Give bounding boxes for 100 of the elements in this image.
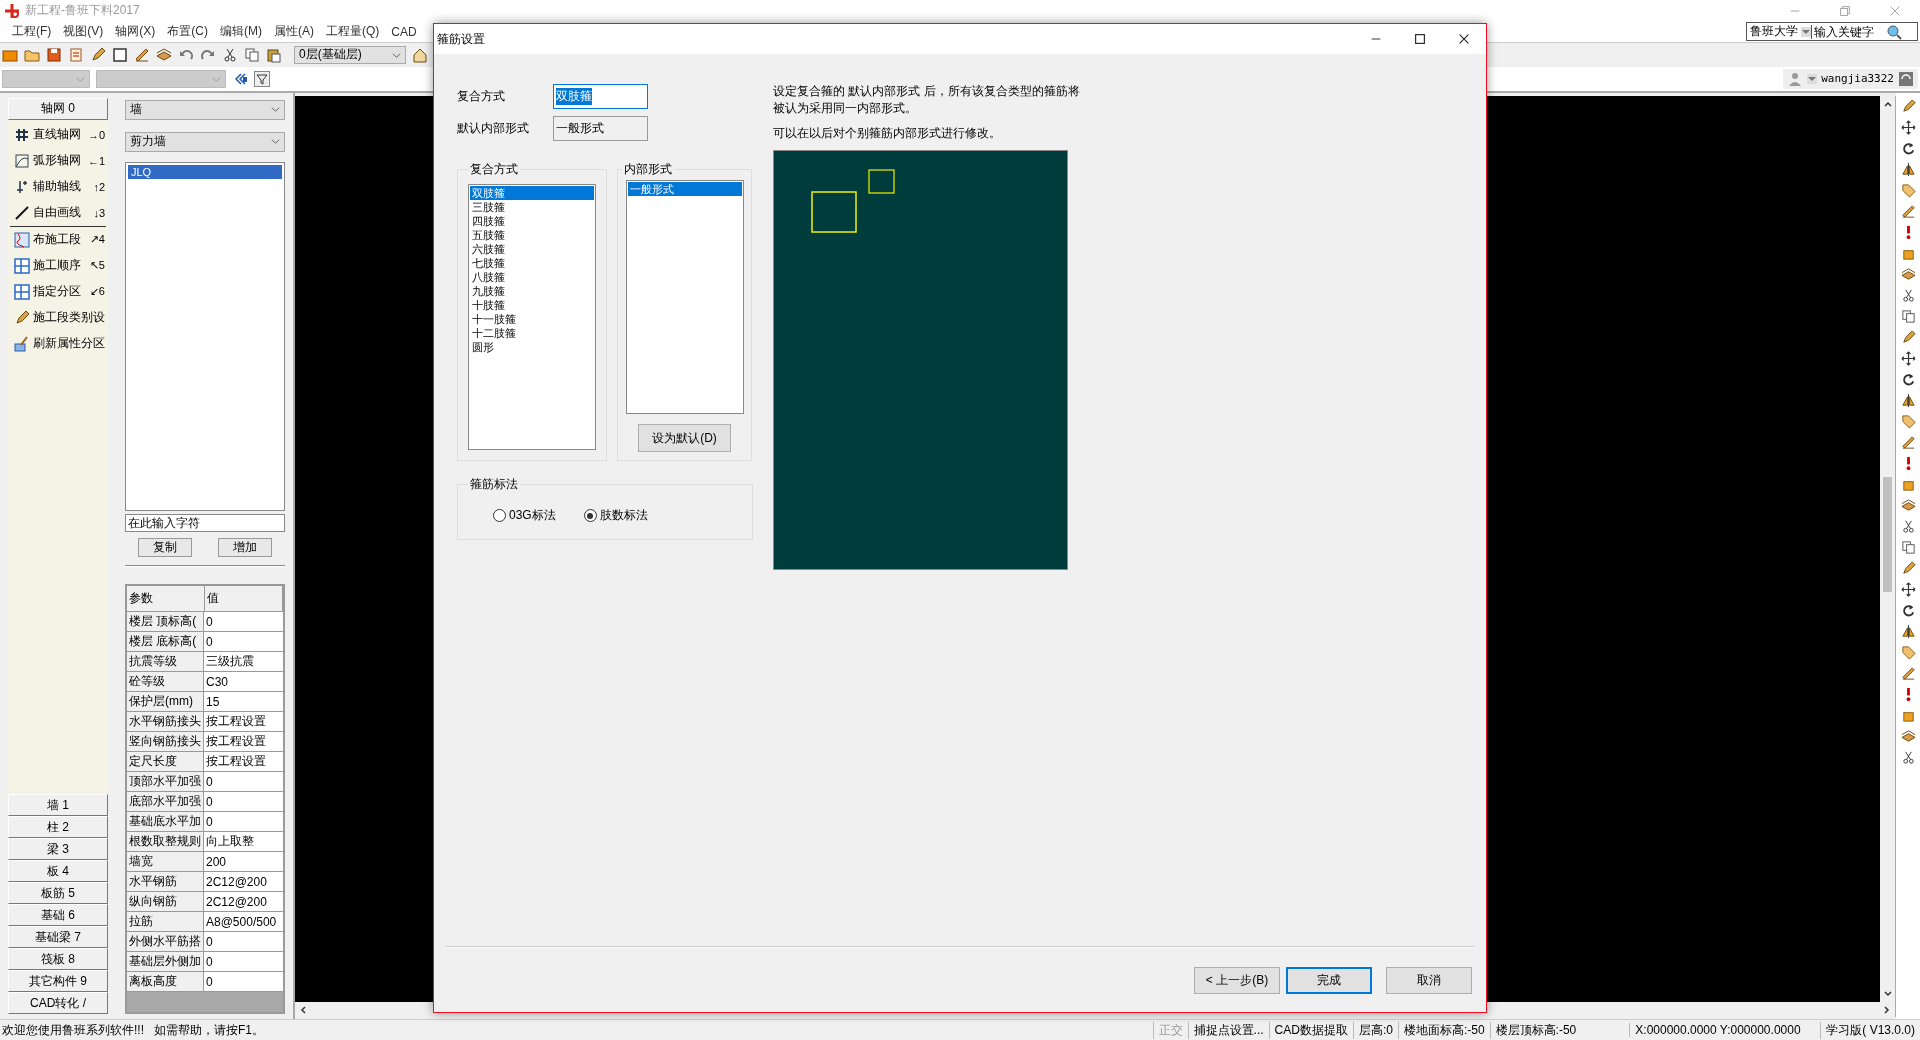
list-item[interactable]: 五肢箍 [470, 228, 594, 242]
list-item[interactable]: 双肢箍 [470, 186, 594, 200]
search-bar[interactable]: 鲁班大学 输入关键字 [1746, 22, 1918, 42]
panel-button[interactable]: 复制 [138, 538, 192, 558]
table-cell[interactable]: 15 [204, 692, 283, 712]
table-cell[interactable]: 200 [204, 852, 283, 872]
name-input[interactable]: 在此输入字符 [125, 514, 285, 533]
tool-item[interactable]: 弧形轴网 [33, 152, 81, 170]
table-cell[interactable]: 0 [204, 932, 283, 952]
table-cell[interactable]: 按工程设置 [204, 732, 283, 752]
category-button[interactable]: 墙 1 [8, 794, 108, 817]
list-item[interactable]: JLQ [128, 164, 282, 179]
default-form-field[interactable]: 一般形式 [553, 115, 648, 141]
status-item[interactable]: X:000000.0000 Y:000000.0000 [1629, 1023, 1821, 1038]
tool-item[interactable]: 施工顺序 [33, 257, 81, 275]
table-cell[interactable]: 0 [204, 952, 283, 972]
table-cell: 纵向钢筋 [127, 892, 204, 912]
tool-item[interactable]: 指定分区 [33, 283, 81, 301]
list-item[interactable]: 十肢箍 [470, 298, 594, 312]
table-cell: 外侧水平筋搭 [127, 932, 204, 952]
table-cell: 拉筋 [127, 912, 204, 932]
list-item[interactable]: 三肢箍 [470, 200, 594, 214]
table-cell[interactable]: 三级抗震 [204, 652, 283, 672]
menu-item[interactable]: 工程量(Q) [320, 23, 386, 41]
list-item[interactable]: 七肢箍 [470, 256, 594, 270]
shortcut-key: ↑2 [93, 180, 105, 193]
menu-item[interactable]: 视图(V) [57, 23, 110, 41]
menu-item[interactable]: 编辑(M) [214, 23, 268, 41]
floor-select[interactable]: 0层(基础层) [294, 45, 406, 64]
table-cell: 基础层外侧加 [127, 952, 204, 972]
category-button[interactable]: 板 4 [8, 860, 108, 883]
category-button[interactable]: 基础梁 7 [8, 926, 108, 949]
hint-text: 设定复合箍的 默认内部形式 后，所有该复合类型的箍筋将被认为采用同一内部形式。 [773, 83, 1081, 117]
status-item[interactable]: CAD数据提取 [1268, 1021, 1353, 1039]
tool-item[interactable]: 直线轴网 [33, 126, 81, 144]
tool-item[interactable]: 刷新属性分区 [33, 335, 105, 353]
list-item[interactable]: 八肢箍 [470, 270, 594, 284]
table-cell[interactable]: 按工程设置 [204, 712, 283, 732]
status-item[interactable]: 层高:0 [1352, 1021, 1398, 1039]
table-cell[interactable]: 0 [204, 812, 283, 832]
menu-item[interactable]: 布置(C) [161, 23, 214, 41]
group-title: 复合方式 [469, 161, 519, 178]
category-header[interactable]: 轴网 0 [8, 97, 108, 120]
radio-label[interactable]: 03G标法 [509, 507, 556, 524]
tool-item[interactable]: 自由画线 [33, 204, 81, 222]
tool-item[interactable]: 施工段类别设 [33, 309, 105, 327]
menu-item[interactable]: 工程(F) [6, 23, 58, 41]
table-cell[interactable]: 0 [204, 792, 283, 812]
list-item[interactable]: 九肢箍 [470, 284, 594, 298]
table-cell[interactable]: 2C12@200 [204, 892, 283, 912]
table-cell[interactable]: 2C12@200 [204, 872, 283, 892]
panel-button[interactable]: 增加 [218, 538, 272, 558]
list-item[interactable]: 圆形 [470, 340, 594, 354]
table-cell: 底部水平加强 [127, 792, 204, 812]
category-button[interactable]: 基础 6 [8, 904, 108, 927]
menu-item[interactable]: 属性(A) [268, 23, 320, 41]
table-cell[interactable]: C30 [204, 672, 283, 692]
table-cell[interactable]: 0 [204, 632, 283, 652]
tool-item[interactable]: 辅助轴线 [33, 178, 81, 196]
table-cell[interactable]: 按工程设置 [204, 752, 283, 772]
list-item[interactable]: 四肢箍 [470, 214, 594, 228]
table-cell[interactable]: A8@500/500 [204, 912, 283, 932]
dialog-button[interactable]: 完成 [1286, 966, 1372, 994]
set-default-button[interactable]: 设为默认(D) [638, 424, 731, 452]
table-cell[interactable]: 0 [204, 972, 283, 992]
window-title: 新工程-鲁班下料2017 [25, 2, 140, 20]
table-cell: 水平钢筋 [127, 872, 204, 892]
table-cell: 离板高度 [127, 972, 204, 992]
shortcut-key: ↗4 [89, 233, 105, 247]
menu-item[interactable]: 轴网(X) [109, 23, 162, 41]
dialog-button[interactable]: < 上一步(B) [1194, 966, 1280, 994]
category-button[interactable]: 板筋 5 [8, 882, 108, 905]
radio-label[interactable]: 肢数标法 [599, 507, 648, 524]
group-title: 箍筋标法 [469, 476, 519, 493]
subtype-select[interactable]: 剪力墙 [125, 131, 285, 152]
shortcut-key: ←1 [87, 154, 105, 167]
type-select[interactable]: 墙 [125, 99, 285, 120]
table-cell: 抗震等级 [127, 652, 204, 672]
shortcut-key: →0 [87, 128, 105, 141]
status-item[interactable]: 学习版( V13.0.0) [1820, 1021, 1920, 1039]
table-cell[interactable]: 0 [204, 612, 283, 632]
dialog-button[interactable]: 取消 [1386, 966, 1472, 994]
category-button[interactable]: CAD转化 / [8, 992, 108, 1015]
status-item[interactable]: 捕捉点设置... [1187, 1021, 1269, 1039]
list-item[interactable]: 十二肢箍 [470, 326, 594, 340]
column-header: 值 [205, 586, 283, 612]
table-cell[interactable]: 0 [204, 772, 283, 792]
list-item[interactable]: 十一肢箍 [470, 312, 594, 326]
status-item[interactable]: 楼层顶标高:-50 [1489, 1021, 1582, 1039]
list-item[interactable]: 一般形式 [627, 182, 742, 196]
tool-item[interactable]: 布施工段 [33, 231, 81, 249]
table-cell[interactable]: 向上取整 [204, 832, 283, 852]
menu-item[interactable]: CAD [385, 24, 423, 39]
category-button[interactable]: 梁 3 [8, 838, 108, 861]
category-button[interactable]: 柱 2 [8, 816, 108, 839]
category-button[interactable]: 筏板 8 [8, 948, 108, 971]
list-item[interactable]: 六肢箍 [470, 242, 594, 256]
status-item[interactable]: 楼地面标高:-50 [1397, 1021, 1490, 1039]
category-button[interactable]: 其它构件 9 [8, 970, 108, 993]
composite-field[interactable]: 双肢箍 [553, 83, 648, 109]
